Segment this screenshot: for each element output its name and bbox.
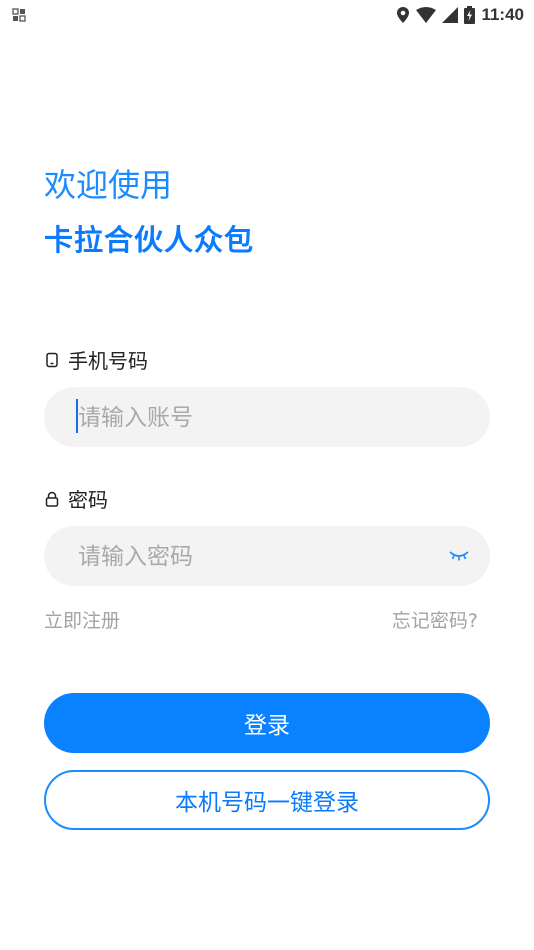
welcome-title: 欢迎使用 [44,166,173,204]
password-field-label: 密码 [68,488,108,512]
app-grid-icon [12,8,26,22]
forgot-password-link[interactable]: 忘记密码? [392,606,478,633]
lock-icon [45,491,59,507]
location-icon [397,7,410,23]
phone-field-label: 手机号码 [68,349,148,373]
password-input[interactable] [76,526,440,588]
password-field-label-row: 密码 [44,484,108,513]
login-button[interactable]: 登录 [44,693,490,753]
register-link[interactable]: 立即注册 [44,606,120,633]
password-input-container [44,526,490,588]
wifi-icon [416,7,437,23]
one-click-login-button[interactable]: 本机号码一键登录 [44,770,490,830]
cell-signal-icon [442,7,459,23]
phone-input-container [44,387,490,449]
status-time: 11:40 [481,5,524,24]
phone-input[interactable] [76,387,440,449]
eye-closed-icon[interactable] [448,546,470,566]
battery-icon [464,6,476,24]
status-bar: 11:40 [0,0,534,30]
phone-field-label-row: 手机号码 [44,345,148,374]
phone-icon [46,352,58,367]
brand-title: 卡拉合伙人众包 [44,223,255,257]
